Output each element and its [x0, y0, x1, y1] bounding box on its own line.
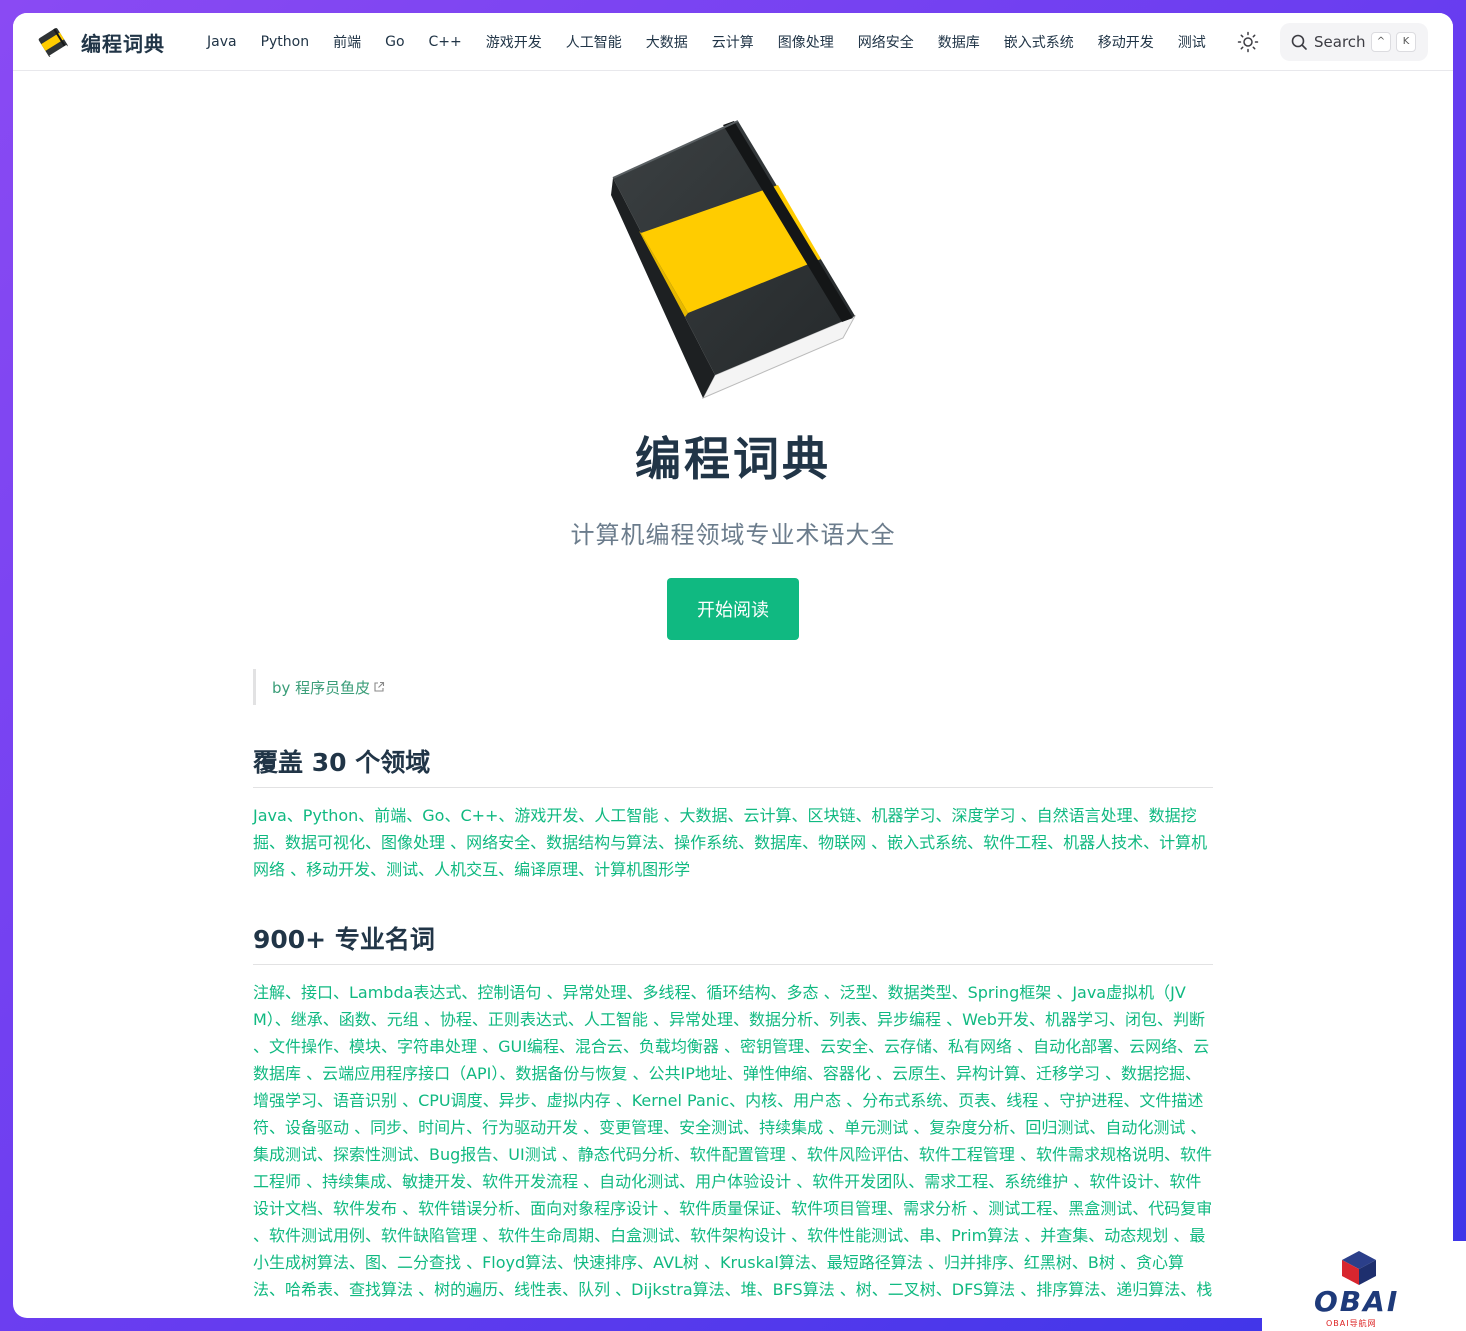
nav-item-big-data[interactable]: 大数据 — [646, 32, 688, 52]
hero-title: 编程词典 — [635, 432, 831, 486]
nav-item-java[interactable]: Java — [207, 34, 237, 50]
terms-list[interactable]: 注解、接口、Lambda表达式、控制语句 、异常处理、多线程、循环结构、多态 、… — [253, 979, 1213, 1303]
cube-logo-icon — [1342, 1251, 1376, 1285]
search-icon — [1291, 34, 1307, 50]
external-link-icon — [374, 681, 385, 692]
hero-tagline: 计算机编程领域专业术语大全 — [570, 521, 896, 549]
nav-item-database[interactable]: 数据库 — [938, 32, 980, 52]
nav-item-game-dev[interactable]: 游戏开发 — [486, 32, 542, 52]
nav-item-cpp[interactable]: C++ — [429, 34, 462, 50]
sun-icon[interactable] — [1237, 31, 1259, 53]
watermark-text: OBAI — [1314, 1285, 1400, 1318]
nav-item-mobile[interactable]: 移动开发 — [1098, 32, 1154, 52]
nav-item-security[interactable]: 网络安全 — [858, 32, 914, 52]
author-link[interactable]: by 程序员鱼皮 — [253, 669, 385, 705]
search-label: Search — [1314, 33, 1366, 51]
terms-section: 900+ 专业名词 注解、接口、Lambda表达式、控制语句 、异常处理、多线程… — [253, 920, 1213, 1303]
author-text: by 程序员鱼皮 — [272, 678, 371, 697]
book-hero-image — [611, 120, 857, 400]
start-reading-button[interactable]: 开始阅读 — [667, 578, 799, 640]
domains-heading: 覆盖 30 个领域 — [253, 743, 1213, 788]
nav-item-ai[interactable]: 人工智能 — [566, 32, 622, 52]
shortcut-key-k: K — [1396, 32, 1416, 52]
browser-window: 编程词典 Java Python 前端 Go C++ 游戏开发 人工智能 大数据… — [13, 13, 1453, 1318]
watermark-subtext: OBAI导航网 — [1326, 1319, 1377, 1328]
terms-heading: 900+ 专业名词 — [253, 920, 1213, 965]
book-logo-icon — [38, 28, 68, 59]
nav-item-python[interactable]: Python — [261, 34, 310, 50]
nav-item-testing[interactable]: 测试 — [1178, 32, 1206, 52]
nav-item-frontend[interactable]: 前端 — [333, 32, 361, 52]
domains-section: 覆盖 30 个领域 Java、Python、前端、Go、C++、游戏开发、人工智… — [253, 743, 1213, 883]
domains-list[interactable]: Java、Python、前端、Go、C++、游戏开发、人工智能 、大数据、云计算… — [253, 802, 1213, 883]
main-nav: Java Python 前端 Go C++ 游戏开发 人工智能 大数据 云计算 … — [195, 13, 1218, 70]
nav-item-cloud[interactable]: 云计算 — [712, 32, 754, 52]
nav-item-embedded[interactable]: 嵌入式系统 — [1004, 32, 1074, 52]
watermark-logo: OBAI OBAI导航网 — [1262, 1241, 1466, 1331]
top-navbar: 编程词典 Java Python 前端 Go C++ 游戏开发 人工智能 大数据… — [13, 13, 1453, 71]
site-title: 编程词典 — [81, 31, 165, 56]
search-button[interactable]: Search ^ K — [1280, 23, 1428, 61]
shortcut-key-ctrl: ^ — [1371, 32, 1391, 52]
site-brand[interactable]: 编程词典 — [37, 25, 165, 59]
nav-item-go[interactable]: Go — [385, 34, 404, 50]
nav-item-image-processing[interactable]: 图像处理 — [778, 32, 834, 52]
